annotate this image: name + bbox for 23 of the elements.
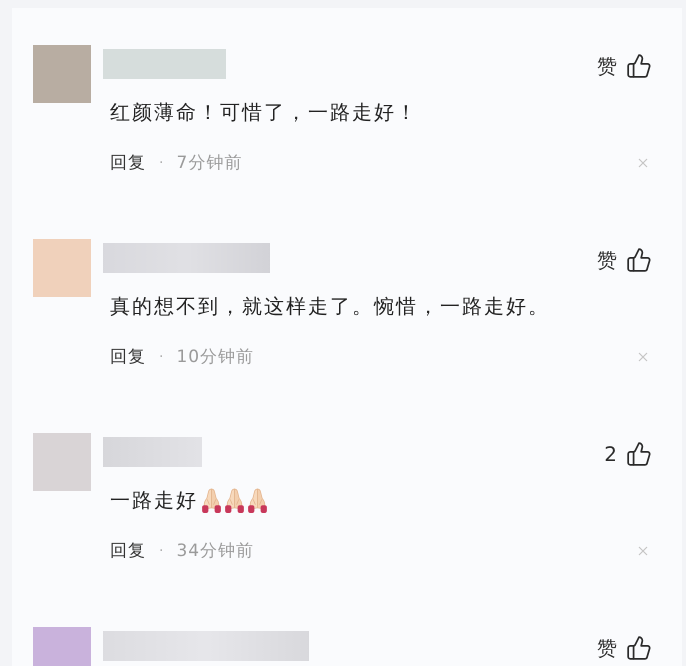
- comment-time: 10分钟前: [176, 346, 254, 369]
- thumbs-up-icon[interactable]: [626, 53, 652, 79]
- praying-hands-icon: [248, 488, 267, 512]
- comment-time: 7分钟前: [176, 152, 242, 175]
- reply-link[interactable]: 回复: [110, 345, 146, 369]
- separator-dot: ·: [159, 542, 164, 561]
- praying-hands-icon: [225, 488, 244, 512]
- like-count: 2: [604, 441, 617, 467]
- like-count: 赞: [597, 247, 617, 273]
- reply-link[interactable]: 回复: [110, 539, 146, 563]
- separator-dot: ·: [159, 154, 164, 173]
- thumbs-up-icon[interactable]: [626, 635, 652, 661]
- reply-link[interactable]: 回复: [110, 151, 146, 175]
- comment-text: 真的想不到，就这样走了。惋惜，一路走好。: [110, 293, 550, 319]
- comment-text: 一路走好: [110, 487, 198, 513]
- separator-dot: ·: [159, 348, 164, 367]
- praying-hands-icon: [202, 488, 221, 512]
- like-count: 赞: [597, 53, 617, 79]
- comment-time: 34分钟前: [176, 540, 254, 563]
- thumbs-up-icon[interactable]: [626, 441, 652, 467]
- like-count: 赞: [597, 635, 617, 661]
- comment-text: 红颜薄命！可惜了，一路走好！: [110, 99, 418, 125]
- thumbs-up-icon[interactable]: [626, 247, 652, 273]
